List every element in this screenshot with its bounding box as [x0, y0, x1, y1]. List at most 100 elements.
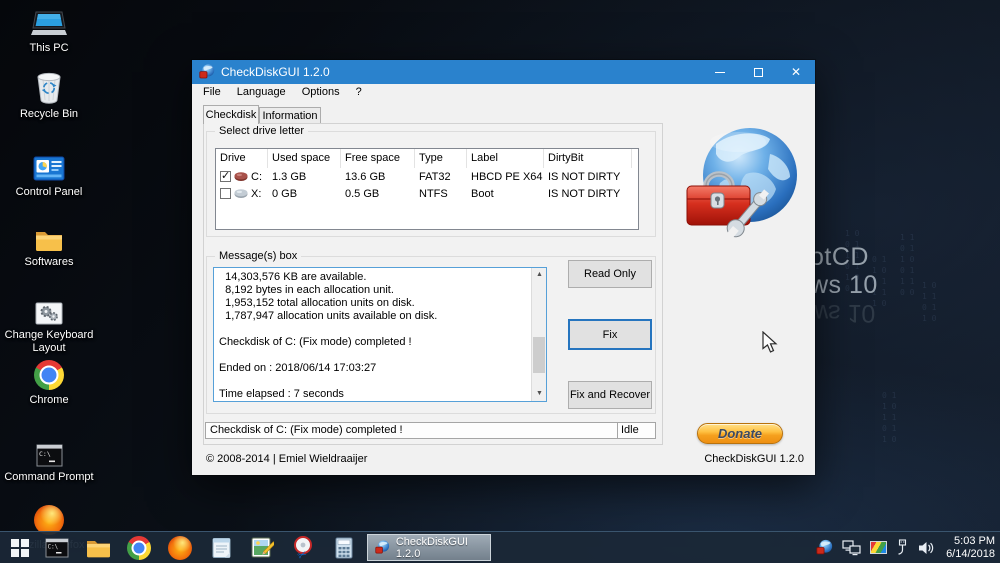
tray-network-icon[interactable]	[842, 540, 861, 556]
taskbar-command-prompt[interactable]: C:\	[44, 535, 70, 561]
task-button-label: CheckDiskGUI 1.2.0	[396, 536, 483, 560]
taskbar: C:\	[0, 531, 1000, 563]
notepad-icon	[211, 537, 232, 559]
desktop-icon-control-panel[interactable]: Control Panel	[1, 148, 97, 199]
column-header-used-space[interactable]: Used space	[268, 149, 341, 168]
drive-row[interactable]: C: 1.3 GB 13.6 GB FAT32 HBCD PE X64 IS N…	[216, 168, 638, 185]
menu-help[interactable]: ?	[348, 84, 370, 101]
column-header-type[interactable]: Type	[415, 149, 467, 168]
checkdiskgui-logo	[684, 124, 802, 242]
copyright-label: © 2008-2014 | Emiel Wieldraaijer	[206, 453, 367, 465]
system-tray: 5:03 PM 6/14/2018	[816, 532, 995, 563]
tab-checkdisk[interactable]: Checkdisk	[203, 105, 259, 124]
chrome-icon	[1, 356, 97, 390]
close-icon: ✕	[791, 66, 801, 78]
tab-information[interactable]: Information	[259, 107, 321, 124]
free-space-cell: 13.6 GB	[341, 171, 415, 183]
fix-and-recover-button[interactable]: Fix and Recover	[568, 381, 652, 409]
status-message: Checkdisk of C: (Fix mode) completed !	[206, 423, 618, 438]
chrome-icon	[127, 536, 151, 560]
taskbar-calculator[interactable]	[331, 535, 357, 561]
used-space-cell: 0 GB	[268, 188, 341, 200]
tray-display-colors-icon[interactable]	[870, 541, 887, 554]
desktop-icon-chrome[interactable]: Chrome	[1, 356, 97, 407]
desktop-icon-label: This PC	[1, 42, 97, 55]
free-space-cell: 0.5 GB	[341, 188, 415, 200]
firefox-icon	[168, 536, 192, 560]
disk-tool-icon: ✂	[291, 536, 315, 559]
scroll-down-icon[interactable]: ▼	[532, 387, 547, 401]
desktop-icon-label: Control Panel	[1, 186, 97, 199]
message-box[interactable]: 14,303,576 KB are available. 8,192 bytes…	[213, 267, 547, 402]
message-text: 14,303,576 KB are available. 8,192 bytes…	[214, 268, 530, 401]
tray-checkdiskgui-globe-icon[interactable]	[816, 539, 833, 556]
maximize-button[interactable]	[739, 60, 777, 84]
wallpaper-binary-decoration: 0 1 1 0 1 1 0 1 1 0	[882, 390, 896, 445]
drive-checkbox[interactable]	[220, 171, 231, 182]
column-header-drive[interactable]: Drive	[216, 149, 268, 168]
desktop-icon-recycle-bin[interactable]: Recycle Bin	[1, 70, 97, 121]
gears-icon	[1, 291, 97, 325]
window-title: CheckDiskGUI 1.2.0	[221, 65, 330, 79]
column-header-dirtybit[interactable]: DirtyBit	[544, 149, 632, 168]
drive-list[interactable]: Drive Used space Free space Type Label D…	[215, 148, 639, 230]
drive-row[interactable]: X: 0 GB 0.5 GB NTFS Boot IS NOT DIRTY	[216, 185, 638, 202]
taskbar-image-editor[interactable]	[249, 535, 275, 561]
minimize-icon	[715, 72, 725, 73]
column-header-free-space[interactable]: Free space	[341, 149, 415, 168]
desktop-icon-label: Softwares	[1, 256, 97, 269]
desktop-wallpaper: otCD ws 10 ws 10 1 0 0 1 1 1 0 1 1 0 0 1…	[0, 0, 1000, 563]
command-prompt-icon: C:\	[1, 433, 97, 467]
desktop-icon-command-prompt[interactable]: C:\ Command Prompt	[1, 433, 97, 484]
folder-icon	[86, 538, 111, 558]
desktop-icon-change-keyboard-layout[interactable]: Change Keyboard Layout	[1, 291, 97, 355]
wallpaper-binary-decoration: 1 0 0 1 1 1 0 1 1 0 0 1	[845, 228, 859, 294]
minimize-button[interactable]	[701, 60, 739, 84]
svg-text:C:\: C:\	[48, 544, 59, 550]
taskbar-checkdiskgui-button[interactable]: CheckDiskGUI 1.2.0	[367, 534, 491, 561]
groupbox-label: Message(s) box	[215, 250, 301, 262]
tray-volume-icon[interactable]	[918, 540, 934, 556]
type-cell: FAT32	[415, 171, 467, 183]
clock-time: 5:03 PM	[946, 535, 995, 548]
type-cell: NTFS	[415, 188, 467, 200]
command-prompt-icon: C:\	[45, 538, 69, 558]
this-pc-icon	[1, 4, 97, 38]
scroll-up-icon[interactable]: ▲	[532, 268, 547, 282]
wallpaper-binary-decoration: 1 0 1 1 0 1 1 0	[922, 280, 936, 324]
desktop-icon-this-pc[interactable]: This PC	[1, 4, 97, 55]
column-header-label[interactable]: Label	[467, 149, 544, 168]
taskbar-file-explorer[interactable]	[85, 535, 111, 561]
wallpaper-text: otCD	[810, 243, 869, 272]
svg-text:C:\: C:\	[39, 450, 51, 458]
scrollbar-thumb[interactable]	[533, 337, 545, 373]
groupbox-label: Select drive letter	[215, 125, 308, 137]
recycle-bin-icon	[1, 70, 97, 104]
donate-button[interactable]: Donate	[697, 423, 783, 444]
taskbar-notepad[interactable]	[208, 535, 234, 561]
taskbar-clock[interactable]: 5:03 PM 6/14/2018	[943, 535, 995, 561]
taskbar-chrome[interactable]	[126, 535, 152, 561]
drive-letter: X:	[251, 188, 261, 200]
taskbar-firefox[interactable]	[167, 535, 193, 561]
menu-options[interactable]: Options	[294, 84, 348, 101]
start-button[interactable]	[0, 532, 40, 563]
desktop-icon-label: Change Keyboard Layout	[1, 329, 97, 355]
fix-button[interactable]: Fix	[568, 319, 652, 350]
menu-language[interactable]: Language	[229, 84, 294, 101]
taskbar-disk-tool[interactable]: ✂	[290, 535, 316, 561]
disk-icon	[234, 188, 248, 199]
close-button[interactable]: ✕	[777, 60, 815, 84]
tray-usb-icon[interactable]	[896, 539, 909, 556]
drive-checkbox[interactable]	[220, 188, 231, 199]
clock-date: 6/14/2018	[946, 548, 995, 561]
desktop-icon-softwares[interactable]: Softwares	[1, 218, 97, 269]
read-only-button[interactable]: Read Only	[568, 260, 652, 288]
wallpaper-text-reflection: ws 10	[810, 298, 875, 327]
label-cell: Boot	[467, 188, 544, 200]
message-scrollbar[interactable]: ▲ ▼	[531, 268, 546, 401]
desktop-icon-label: Chrome	[1, 394, 97, 407]
maximize-icon	[754, 68, 763, 77]
menu-file[interactable]: File	[195, 84, 229, 101]
status-bar: Checkdisk of C: (Fix mode) completed ! I…	[205, 422, 656, 439]
